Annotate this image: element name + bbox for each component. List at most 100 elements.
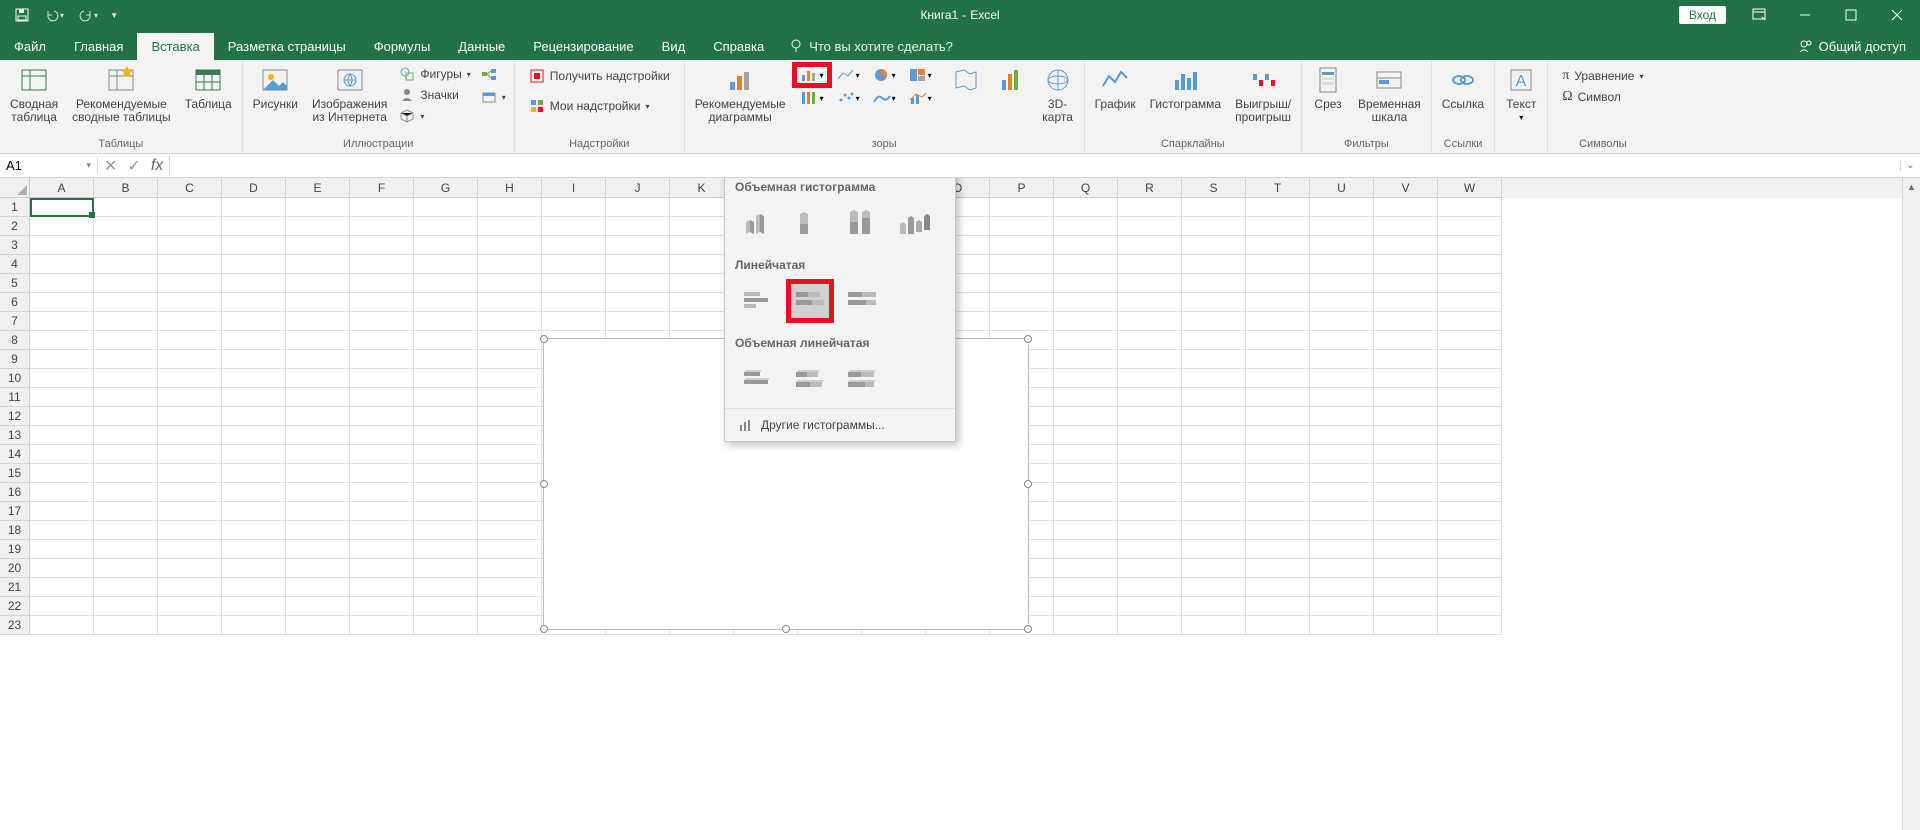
3d-percent-stacked-bar-option[interactable] (841, 360, 883, 398)
cell[interactable] (1118, 483, 1182, 502)
cell[interactable] (286, 426, 350, 445)
cell[interactable] (30, 464, 94, 483)
cell[interactable] (1118, 388, 1182, 407)
cell[interactable] (94, 502, 158, 521)
cell[interactable] (1182, 388, 1246, 407)
cell[interactable] (1182, 407, 1246, 426)
equation-button[interactable]: πУравнение▾ (1558, 66, 1647, 86)
cell[interactable] (990, 312, 1054, 331)
cell[interactable] (222, 483, 286, 502)
3d-stacked-column-option[interactable] (789, 204, 831, 242)
get-addins-button[interactable]: Получить надстройки (525, 66, 674, 86)
insert-surface-button[interactable]: ▾ (866, 87, 902, 109)
cell[interactable] (606, 236, 670, 255)
cell[interactable] (1054, 483, 1118, 502)
cell[interactable] (350, 502, 414, 521)
cell[interactable] (1182, 502, 1246, 521)
cell[interactable] (286, 597, 350, 616)
cell[interactable] (1310, 407, 1374, 426)
cell[interactable] (158, 388, 222, 407)
cell[interactable] (414, 502, 478, 521)
cell[interactable] (158, 540, 222, 559)
column-header[interactable]: P (990, 178, 1054, 198)
cell[interactable] (990, 255, 1054, 274)
cell[interactable] (414, 616, 478, 635)
cell[interactable] (478, 293, 542, 312)
cell[interactable] (414, 217, 478, 236)
cell[interactable] (414, 331, 478, 350)
ribbon-display-options-icon[interactable] (1736, 0, 1782, 30)
cell[interactable] (1438, 312, 1502, 331)
cell[interactable] (286, 198, 350, 217)
cell[interactable] (222, 369, 286, 388)
cell[interactable] (286, 274, 350, 293)
cell[interactable] (478, 236, 542, 255)
cell[interactable] (158, 426, 222, 445)
cell[interactable] (286, 369, 350, 388)
cell[interactable] (414, 426, 478, 445)
cell[interactable] (286, 350, 350, 369)
cell[interactable] (1310, 331, 1374, 350)
cell[interactable] (222, 559, 286, 578)
cell[interactable] (1118, 198, 1182, 217)
cell[interactable] (478, 369, 542, 388)
insert-column-chart-button[interactable]: ▾ (794, 64, 830, 86)
cell[interactable] (1246, 312, 1310, 331)
row-header[interactable]: 19 (0, 540, 30, 559)
tab-review[interactable]: Рецензирование (519, 33, 647, 60)
cell[interactable] (30, 578, 94, 597)
symbol-button[interactable]: ΩСимвол (1558, 87, 1647, 107)
fx-icon[interactable]: fx (151, 157, 163, 175)
cell[interactable] (1438, 236, 1502, 255)
cell[interactable] (414, 521, 478, 540)
column-header[interactable]: C (158, 178, 222, 198)
cell[interactable] (1118, 559, 1182, 578)
cell[interactable] (1374, 445, 1438, 464)
cell[interactable] (1438, 198, 1502, 217)
cell[interactable] (286, 388, 350, 407)
cell[interactable] (1374, 616, 1438, 635)
cell[interactable] (414, 198, 478, 217)
cell[interactable] (1054, 597, 1118, 616)
cell[interactable] (222, 407, 286, 426)
cell[interactable] (30, 369, 94, 388)
column-header[interactable]: D (222, 178, 286, 198)
cell[interactable] (1438, 483, 1502, 502)
cell[interactable] (478, 388, 542, 407)
cell[interactable] (350, 407, 414, 426)
cell[interactable] (1054, 255, 1118, 274)
cell[interactable] (1118, 217, 1182, 236)
cell[interactable] (1310, 217, 1374, 236)
cell[interactable] (1438, 426, 1502, 445)
row-header[interactable]: 7 (0, 312, 30, 331)
cell[interactable] (350, 426, 414, 445)
cell[interactable] (1246, 426, 1310, 445)
redo-icon[interactable]: ▾ (72, 3, 104, 27)
cell[interactable] (990, 198, 1054, 217)
cell[interactable] (1054, 198, 1118, 217)
cell[interactable] (478, 559, 542, 578)
cell[interactable] (350, 483, 414, 502)
cell[interactable] (1182, 483, 1246, 502)
cell[interactable] (158, 483, 222, 502)
cell[interactable] (30, 616, 94, 635)
cell[interactable] (30, 445, 94, 464)
row-header[interactable]: 11 (0, 388, 30, 407)
cell[interactable] (1054, 540, 1118, 559)
cell[interactable] (94, 236, 158, 255)
cell[interactable] (1310, 388, 1374, 407)
cell[interactable] (1374, 407, 1438, 426)
cell[interactable] (1310, 540, 1374, 559)
cell[interactable] (158, 293, 222, 312)
cell[interactable] (350, 445, 414, 464)
cell[interactable] (1054, 502, 1118, 521)
cell[interactable] (222, 350, 286, 369)
cell[interactable] (1246, 578, 1310, 597)
recommended-charts-button[interactable]: Рекомендуемые диаграммы (689, 62, 792, 126)
slicer-button[interactable]: Срез (1306, 62, 1350, 113)
cell[interactable] (350, 312, 414, 331)
cell[interactable] (1246, 331, 1310, 350)
cell[interactable] (542, 312, 606, 331)
cell[interactable] (1118, 502, 1182, 521)
cell[interactable] (1118, 407, 1182, 426)
